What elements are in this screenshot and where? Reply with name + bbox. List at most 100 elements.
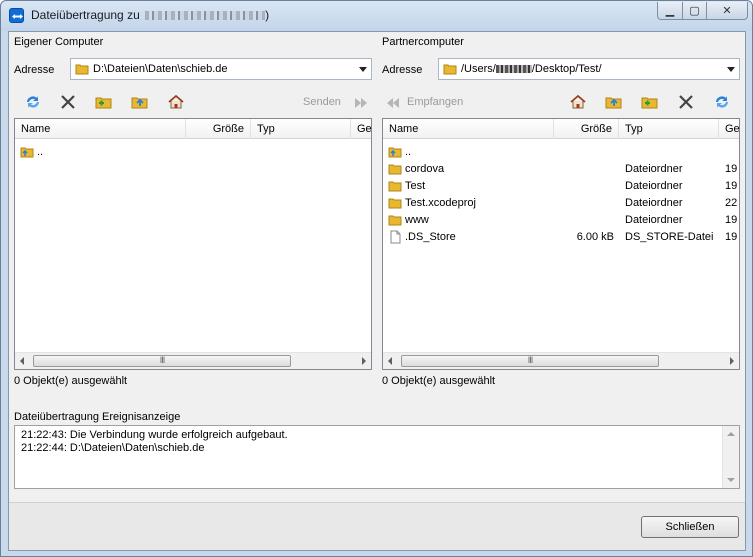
log-vertical-scrollbar[interactable] <box>722 426 739 488</box>
file-type: DS_STORE-Datei <box>625 231 714 243</box>
file-type: Dateiordner <box>625 197 683 209</box>
send-arrow-icon[interactable] <box>352 94 370 112</box>
column-header-type[interactable]: Typ <box>619 119 719 139</box>
folder-icon <box>388 181 402 192</box>
file-size <box>554 178 614 195</box>
log-line: 21:22:44: D:\Dateien\Daten\schieb.de <box>21 442 205 454</box>
file-date: 19 <box>725 231 738 243</box>
file-name: Test.xcodeproj <box>405 197 476 209</box>
column-header-name[interactable]: Name <box>15 119 186 139</box>
list-item[interactable]: .. <box>15 144 371 161</box>
home-icon[interactable] <box>167 93 185 111</box>
remote-horizontal-scrollbar[interactable]: III <box>383 352 739 369</box>
local-address-combo[interactable]: D:\Dateien\Daten\schieb.de <box>70 58 372 80</box>
column-header-size[interactable]: Größe <box>186 119 251 139</box>
titlebar[interactable]: Dateiübertragung zu ) ▁ ▢ ✕ <box>1 1 752 31</box>
file-date: 19 <box>725 163 738 175</box>
log-line: 21:22:43: Die Verbindung wurde erfolgrei… <box>21 429 288 441</box>
log-label: Dateiübertragung Ereignisanzeige <box>14 411 181 423</box>
file-size <box>554 212 614 229</box>
folder-icon <box>388 164 402 175</box>
redacted-partner-name <box>145 11 266 21</box>
local-section-label: Eigener Computer <box>14 36 104 48</box>
remote-file-list[interactable]: Name Größe Typ Ge .. cordova Dateiordner… <box>382 118 740 370</box>
parent-folder-icon <box>20 147 34 158</box>
file-date: 22 <box>725 197 738 209</box>
scroll-right-icon[interactable] <box>730 357 734 365</box>
list-item[interactable]: Test Dateiordner 19 <box>383 178 739 195</box>
column-header-date[interactable]: Ge <box>351 119 373 139</box>
folder-icon <box>443 64 457 75</box>
list-item[interactable]: Test.xcodeproj Dateiordner 22 <box>383 195 739 212</box>
column-header-size[interactable]: Größe <box>554 119 619 139</box>
file-size <box>554 161 614 178</box>
send-button[interactable]: Senden <box>303 96 341 108</box>
home-icon[interactable] <box>569 93 587 111</box>
close-icon: ✕ <box>722 5 732 17</box>
parent-folder-icon[interactable] <box>131 93 149 111</box>
window-title-text: Dateiübertragung zu <box>31 8 140 22</box>
delete-icon[interactable] <box>677 93 695 111</box>
local-list-header: Name Größe Typ Ge <box>15 119 373 139</box>
list-item[interactable]: .DS_Store 6.00 kB DS_STORE-Datei 19 <box>383 229 739 246</box>
redacted-region <box>210 441 350 471</box>
teamviewer-icon <box>9 8 24 23</box>
local-address-label: Adresse <box>14 64 55 76</box>
receive-arrow-icon[interactable] <box>384 94 402 112</box>
close-button[interactable]: Schließen <box>641 516 739 538</box>
maximize-icon: ▢ <box>689 5 700 17</box>
remote-address-suffix: /Desktop/Test/ <box>531 63 602 75</box>
parent-folder-icon[interactable] <box>605 93 623 111</box>
scrollbar-thumb[interactable]: III <box>401 355 659 367</box>
list-item[interactable]: www Dateiordner 19 <box>383 212 739 229</box>
minimize-icon: ▁ <box>665 5 675 17</box>
folder-icon <box>388 215 402 226</box>
remote-address-label: Adresse <box>382 64 423 76</box>
column-header-name[interactable]: Name <box>383 119 554 139</box>
local-file-list[interactable]: Name Größe Typ Ge .. III <box>14 118 372 370</box>
file-name: .. <box>37 146 44 158</box>
chevron-down-icon[interactable] <box>359 67 367 72</box>
file-size <box>554 195 614 212</box>
file-icon <box>390 230 401 244</box>
file-size: 6.00 kB <box>576 231 614 243</box>
file-name: cordova <box>405 163 445 175</box>
remote-address-value: /Users/ /Desktop/Test/ <box>461 63 602 75</box>
scrollbar-thumb[interactable]: III <box>33 355 291 367</box>
scroll-up-icon[interactable] <box>727 432 735 436</box>
chevron-down-icon[interactable] <box>727 67 735 72</box>
local-status: 0 Objekt(e) ausgewählt <box>14 375 128 387</box>
scroll-down-icon[interactable] <box>727 478 735 482</box>
file-type: Dateiordner <box>625 214 683 226</box>
column-header-date[interactable]: Ge <box>719 119 741 139</box>
folder-icon <box>75 64 89 75</box>
scroll-left-icon[interactable] <box>388 357 392 365</box>
window-title: Dateiübertragung zu ) <box>31 8 270 22</box>
remote-address-combo[interactable]: /Users/ /Desktop/Test/ <box>438 58 740 80</box>
refresh-icon[interactable] <box>713 93 731 111</box>
minimize-button[interactable]: ▁ <box>657 2 683 20</box>
client-area: Eigener Computer Partnercomputer Adresse… <box>8 31 746 551</box>
new-folder-icon[interactable] <box>95 93 113 111</box>
local-horizontal-scrollbar[interactable]: III <box>15 352 371 369</box>
file-name: .. <box>405 146 412 158</box>
file-type: Dateiordner <box>625 163 683 175</box>
scroll-right-icon[interactable] <box>362 357 366 365</box>
event-log[interactable]: 21:22:43: Die Verbindung wurde erfolgrei… <box>14 425 740 489</box>
new-folder-icon[interactable] <box>641 93 659 111</box>
file-name: www <box>405 214 429 226</box>
parent-folder-icon <box>388 147 402 158</box>
receive-button[interactable]: Empfangen <box>407 96 463 108</box>
scroll-left-icon[interactable] <box>20 357 24 365</box>
local-address-value: D:\Dateien\Daten\schieb.de <box>93 63 228 75</box>
folder-icon <box>388 198 402 209</box>
column-header-type[interactable]: Typ <box>251 119 351 139</box>
maximize-button[interactable]: ▢ <box>682 2 707 20</box>
list-item[interactable]: cordova Dateiordner 19 <box>383 161 739 178</box>
close-window-button[interactable]: ✕ <box>706 2 748 20</box>
delete-icon[interactable] <box>59 93 77 111</box>
remote-list-header: Name Größe Typ Ge <box>383 119 741 139</box>
list-item[interactable]: .. <box>383 144 739 161</box>
redacted-username <box>495 65 532 74</box>
refresh-icon[interactable] <box>24 93 42 111</box>
